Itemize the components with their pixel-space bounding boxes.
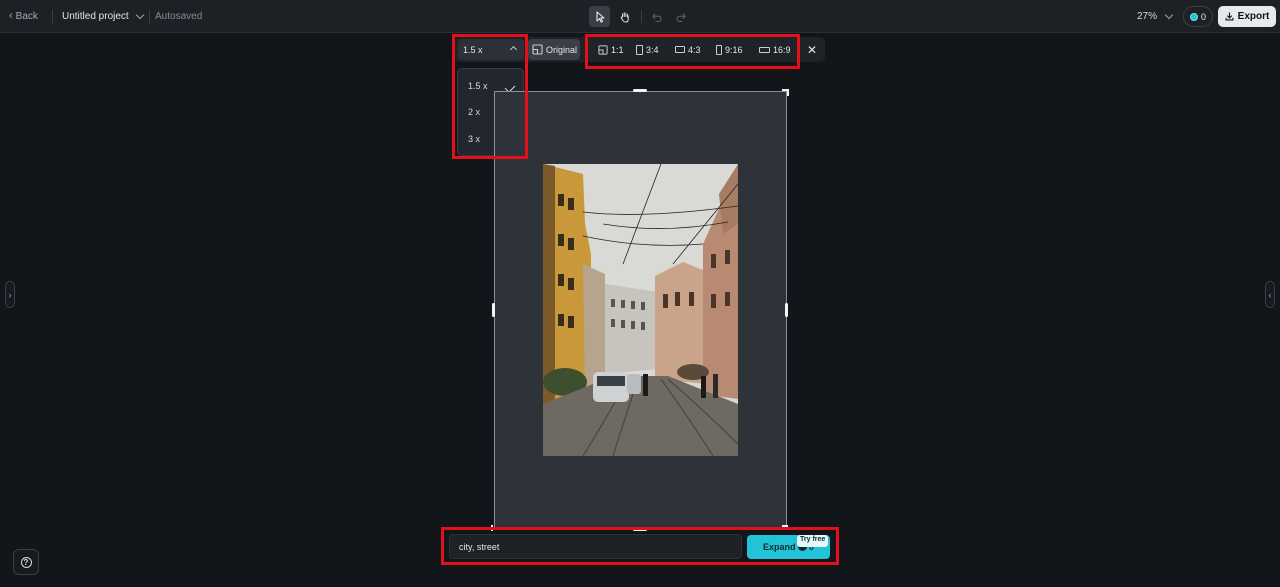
hand-icon <box>620 11 629 23</box>
save-status: Autosaved <box>155 11 203 22</box>
original-label: Original <box>546 44 578 55</box>
export-label: Export <box>1237 11 1270 22</box>
help-button[interactable]: ? <box>13 549 39 575</box>
chevron-left-icon: ‹ <box>9 10 13 22</box>
project-name: Untitled project <box>62 11 129 22</box>
zoom-menu[interactable]: 27% <box>1137 10 1174 22</box>
chevron-right-icon: › <box>8 289 12 300</box>
download-icon <box>1225 12 1234 21</box>
divider <box>52 10 53 23</box>
resize-handle-left[interactable] <box>492 303 495 317</box>
project-name-menu[interactable]: Untitled project <box>62 10 144 22</box>
street-photo <box>543 164 738 456</box>
redo-button[interactable] <box>670 6 691 27</box>
original-ratio-button[interactable]: Original <box>528 39 580 60</box>
resize-handle-top[interactable] <box>633 89 647 92</box>
redo-icon <box>675 12 686 22</box>
credits-badge[interactable]: 0 <box>1183 6 1213 27</box>
corner-handle-top-right[interactable] <box>787 89 789 96</box>
divider <box>641 10 642 23</box>
zoom-level: 27% <box>1137 11 1158 22</box>
highlight-box-prompt <box>441 527 839 565</box>
back-button[interactable]: ‹ Back <box>9 10 38 22</box>
pointer-icon <box>595 10 605 23</box>
right-panel-toggle[interactable]: ‹ <box>1265 281 1275 308</box>
select-tool-button[interactable] <box>589 6 610 27</box>
divider <box>149 10 150 23</box>
hand-tool-button[interactable] <box>614 6 635 27</box>
undo-icon <box>651 12 662 22</box>
chevron-down-icon <box>1164 10 1174 19</box>
chevron-left-icon: ‹ <box>1268 289 1272 300</box>
original-ratio-icon <box>532 44 543 55</box>
chevron-down-icon <box>135 10 144 19</box>
export-button[interactable]: Export <box>1218 6 1276 27</box>
question-icon: ? <box>20 556 32 568</box>
back-label: Back <box>15 10 38 22</box>
left-panel-toggle[interactable]: › <box>5 281 15 308</box>
undo-button[interactable] <box>646 6 667 27</box>
close-icon: ✕ <box>806 42 818 57</box>
top-bar: ‹ Back Untitled project Autosaved 27% 0 … <box>0 0 1280 33</box>
highlight-box-scale <box>452 34 528 159</box>
close-button[interactable]: ✕ <box>803 39 821 60</box>
highlight-box-ratios <box>585 34 800 69</box>
resize-handle-right[interactable] <box>785 303 788 317</box>
credits-count: 0 <box>1200 11 1206 22</box>
credit-coin-icon <box>1189 12 1198 21</box>
